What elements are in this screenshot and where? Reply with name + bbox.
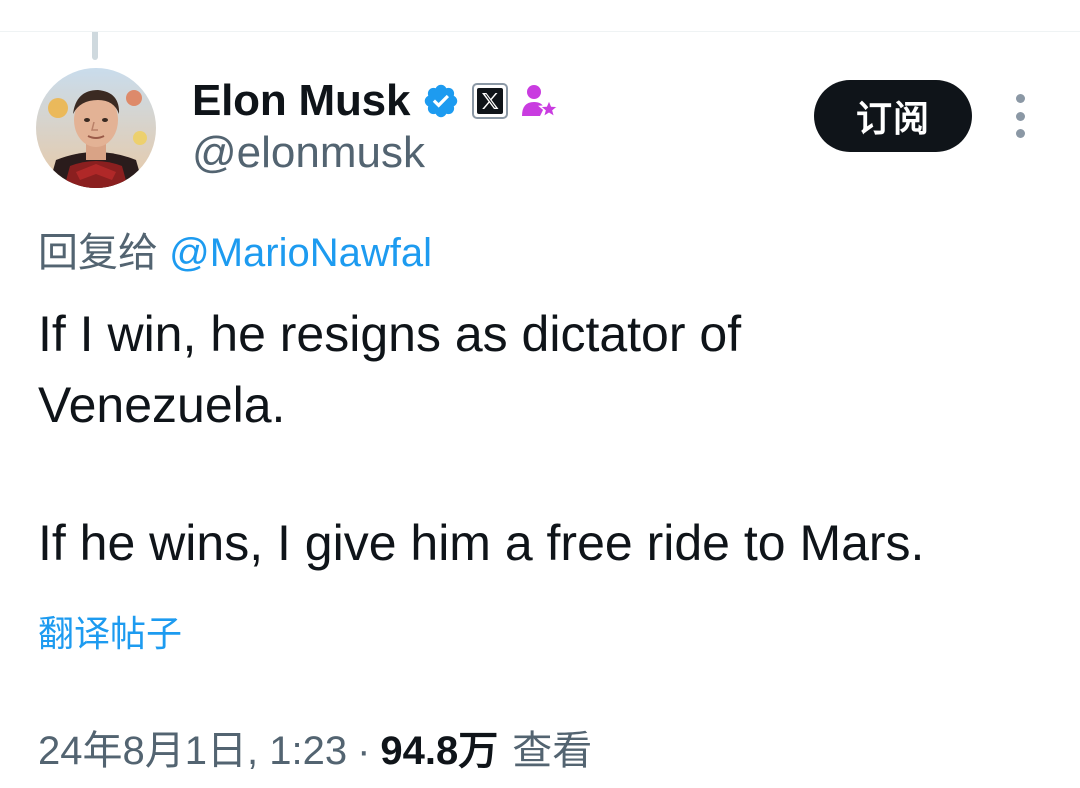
creator-star-icon[interactable]	[520, 82, 561, 120]
thread-connector-line	[92, 32, 98, 60]
more-dot	[1015, 129, 1025, 138]
more-dot	[1015, 94, 1025, 103]
author-name-row: Elon Musk	[192, 74, 561, 128]
author-handle[interactable]: @elonmusk	[192, 128, 425, 178]
views-count[interactable]: 94.8万	[380, 718, 498, 776]
tweet-timestamp[interactable]: 24年8月1日, 1:23	[38, 718, 347, 776]
tweet-meta: 24年8月1日, 1:23 · 94.8万 查看	[38, 718, 592, 776]
x-affiliate-icon[interactable]	[472, 83, 509, 119]
reply-prefix: 回复给	[38, 231, 158, 275]
tweet-text-line: Venezuela.	[38, 377, 286, 433]
translate-post-link[interactable]: 翻译帖子	[38, 605, 182, 657]
more-dot	[1015, 111, 1025, 121]
meta-separator: ·	[357, 729, 371, 773]
reply-mention-link[interactable]: @MarioNawfal	[169, 231, 432, 275]
avatar[interactable]	[36, 68, 156, 188]
tweet-text-line: If he wins, I give him a free ride to Ma…	[38, 515, 925, 571]
verified-checkmark-icon[interactable]	[422, 82, 460, 120]
tweet-text-line: If I win, he resigns as dictator of	[38, 306, 742, 362]
subscribe-button[interactable]: 订阅	[814, 80, 972, 152]
author-display-name[interactable]: Elon Musk	[192, 76, 410, 126]
reply-context: 回复给 @MarioNawfal	[38, 220, 432, 278]
more-vertical-icon[interactable]	[1004, 94, 1036, 138]
top-divider	[0, 31, 1080, 32]
views-label: 查看	[512, 729, 593, 773]
